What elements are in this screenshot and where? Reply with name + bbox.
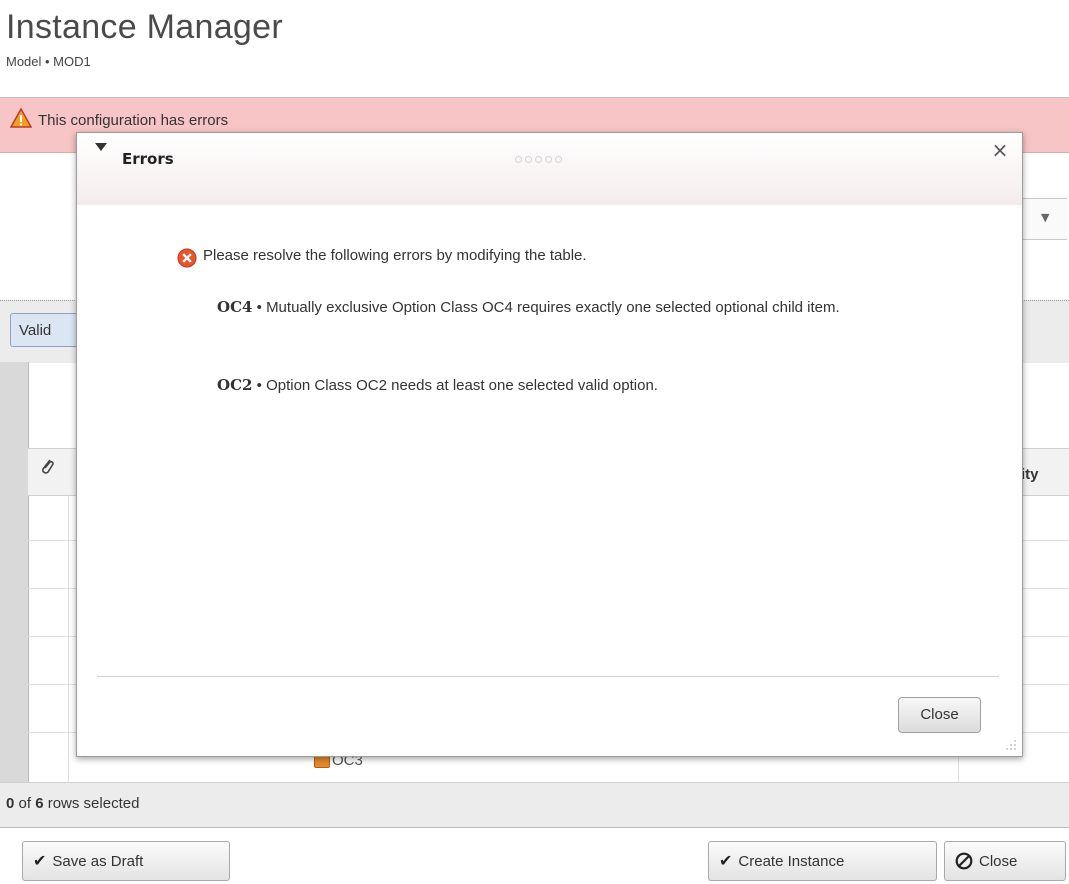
error-item: OC2 • Option Class OC2 needs at least on… — [217, 375, 897, 396]
dialog-title: Errors — [122, 150, 174, 168]
dialog-message: Please resolve the following errors by m… — [203, 247, 587, 264]
dialog-divider — [97, 676, 999, 677]
background-dropdown[interactable]: ▼ — [1018, 198, 1067, 240]
dialog-header[interactable]: Errors × — [77, 133, 1022, 205]
page-subtitle: Model • MOD1 — [6, 54, 91, 69]
error-message: Mutually exclusive Option Class OC4 requ… — [266, 299, 840, 316]
resize-grip-icon[interactable] — [1005, 739, 1017, 751]
save-as-draft-button[interactable]: ✔ Save as Draft — [22, 841, 230, 881]
checkmark-icon: ✔ — [719, 853, 733, 870]
close-page-label: Close — [979, 852, 1018, 870]
create-instance-label: Create Instance — [738, 852, 845, 870]
drag-handle-icon[interactable] — [515, 156, 562, 163]
selected-count: 0 — [6, 795, 15, 812]
error-circle-icon — [177, 248, 197, 268]
error-code: OC2 — [217, 376, 253, 394]
attachment-icon — [42, 459, 54, 474]
close-icon[interactable]: × — [989, 139, 1011, 161]
chevron-down-icon: ▼ — [1041, 211, 1050, 224]
error-message: Option Class OC2 needs at least one sele… — [266, 377, 658, 394]
checkmark-icon: ✔ — [33, 853, 47, 870]
row-gutter — [0, 362, 29, 782]
ban-icon — [955, 852, 973, 870]
total-count: 6 — [35, 795, 44, 812]
table-col-line — [68, 494, 69, 782]
of-label: of — [18, 795, 32, 812]
banner-message: This configuration has errors — [38, 112, 229, 129]
close-page-button[interactable]: Close — [944, 841, 1066, 881]
create-instance-button[interactable]: ✔ Create Instance — [708, 841, 937, 881]
collapse-triangle-icon[interactable] — [95, 143, 107, 151]
errors-dialog: Errors × Please resolve the following er… — [76, 132, 1023, 757]
error-item: OC4 • Mutually exclusive Option Class OC… — [217, 297, 897, 318]
page-title: Instance Manager — [6, 8, 283, 46]
rows-selected-suffix: rows selected — [47, 795, 140, 812]
rows-selected-text: 0 of 6 rows selected — [6, 795, 139, 812]
error-separator: • — [256, 377, 262, 394]
dialog-close-button[interactable]: Close — [898, 697, 981, 733]
warning-triangle-icon — [10, 108, 32, 128]
status-bar: 0 of 6 rows selected — [0, 782, 1069, 828]
save-as-draft-label: Save as Draft — [52, 852, 144, 870]
error-separator: • — [256, 299, 262, 316]
error-code: OC4 — [217, 298, 253, 316]
